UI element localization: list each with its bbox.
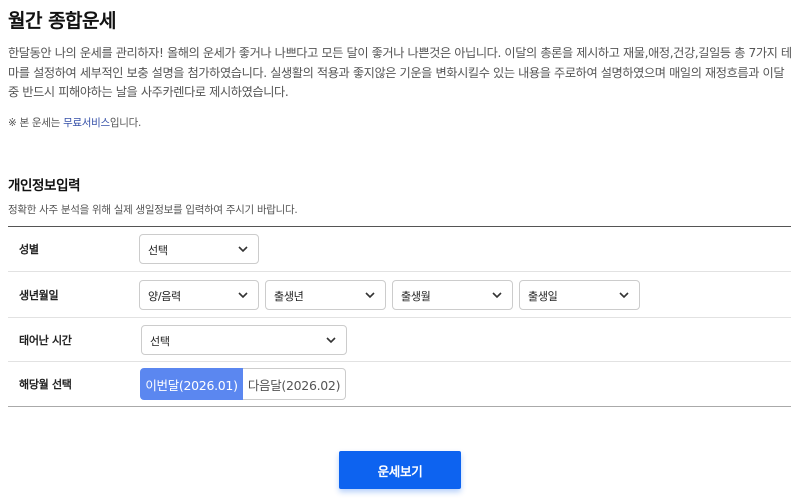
chevron-down-icon xyxy=(238,246,248,253)
calendar-type-select[interactable]: 양/음력 xyxy=(139,279,259,310)
note-suffix: 입니다. xyxy=(109,117,141,129)
section-description: 정확한 사주 분석을 위해 실제 생일정보를 입력하여 주시기 바랍니다. xyxy=(8,204,298,216)
birth-time-label: 태어난 시간 xyxy=(19,333,72,347)
birthdate-label: 생년월일 xyxy=(19,288,59,302)
chevron-down-icon xyxy=(238,291,248,298)
calendar-type-value: 양/음력 xyxy=(148,289,181,303)
birth-year-select[interactable]: 출생년 xyxy=(265,279,386,310)
target-month-label: 해당월 선택 xyxy=(19,378,72,391)
chevron-down-icon xyxy=(492,291,502,298)
birth-time-select[interactable]: 선택 xyxy=(141,324,347,355)
birth-year-value: 출생년 xyxy=(274,289,304,303)
birth-time-row: 태어난 시간 선택 xyxy=(8,318,791,362)
note-prefix: ※ 본 운세는 xyxy=(8,117,64,129)
section-title: 개인정보입력 xyxy=(8,178,81,194)
service-note: ※ 본 운세는 무료서비스입니다. xyxy=(8,115,141,130)
next-month-button[interactable]: 다음달(2026.02) xyxy=(243,368,346,400)
birth-day-select[interactable]: 출생일 xyxy=(519,279,640,310)
gender-label: 성별 xyxy=(19,243,39,256)
gender-select[interactable]: 선택 xyxy=(139,234,259,264)
gender-select-value: 선택 xyxy=(148,244,168,257)
birthdate-row: 생년월일 양/음력 출생년 출생월 출생일 xyxy=(8,272,791,318)
gender-row: 성별 선택 xyxy=(8,227,791,272)
birth-day-value: 출생일 xyxy=(528,289,558,303)
month-toggle-group: 이번달(2026.01) 다음달(2026.02) xyxy=(140,368,346,400)
free-service-label: 무료서비스 xyxy=(63,117,110,129)
this-month-button[interactable]: 이번달(2026.01) xyxy=(140,368,243,400)
birth-month-select[interactable]: 출생월 xyxy=(392,279,513,310)
target-month-row: 해당월 선택 이번달(2026.01) 다음달(2026.02) xyxy=(8,362,791,406)
intro-text: 한달동안 나의 운세를 관리하자! 올해의 운세가 좋거나 나쁘다고 모든 달이… xyxy=(8,46,792,99)
birth-time-value: 선택 xyxy=(150,334,170,348)
page-title: 월간 종합운세 xyxy=(8,10,117,32)
birth-month-value: 출생월 xyxy=(401,289,431,303)
chevron-down-icon xyxy=(619,291,629,298)
chevron-down-icon xyxy=(326,336,336,343)
chevron-down-icon xyxy=(365,291,375,298)
personal-info-form: 성별 선택 생년월일 양/음력 출생년 출생월 출생일 태어난 시간 선택 해당… xyxy=(8,226,791,407)
view-fortune-button[interactable]: 운세보기 xyxy=(339,451,461,489)
